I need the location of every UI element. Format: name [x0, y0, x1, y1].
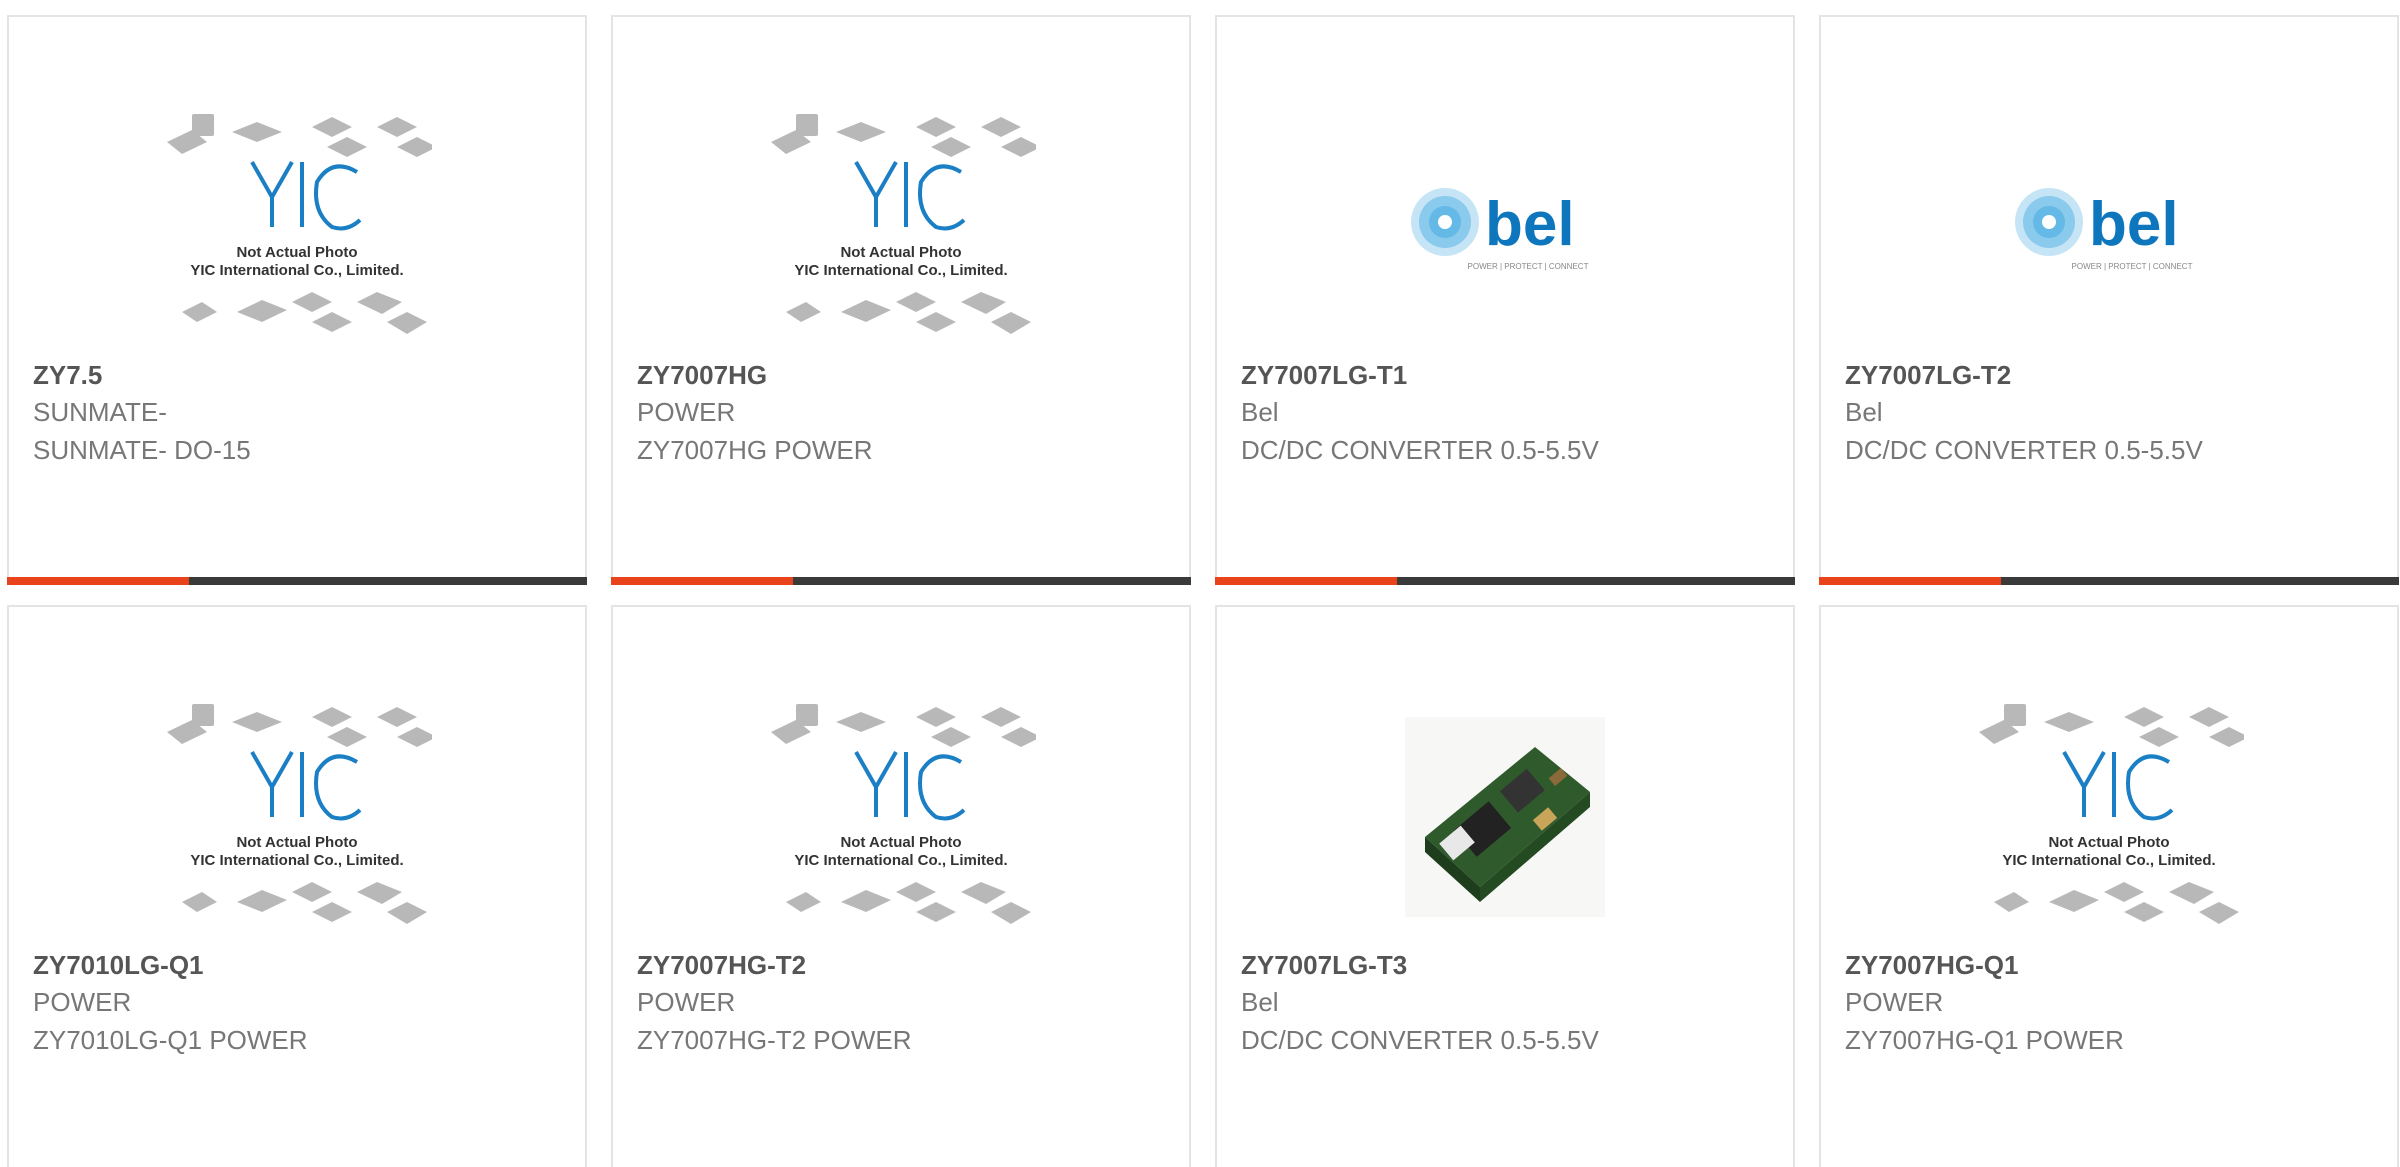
product-description: SUNMATE- DO-15	[33, 435, 251, 465]
product-card[interactable]: ZY7007LG-T3 Bel DC/DC CONVERTER 0.5-5.5V	[1215, 605, 1795, 1167]
yic-placeholder-image: Not Actual Photo YIC International Co., …	[771, 704, 1036, 924]
placeholder-text-2: YIC International Co., Limited.	[794, 852, 1007, 869]
product-manufacturer: POWER	[1845, 987, 1944, 1017]
bel-logo-text: bel	[1485, 190, 1575, 259]
product-card[interactable]: Not Actual Photo YIC International Co., …	[1819, 605, 2399, 1167]
product-part-number[interactable]: ZY7007LG-T1	[1241, 360, 1407, 391]
card-accent-bar	[7, 577, 587, 585]
product-image[interactable]: Not Actual Photo YIC International Co., …	[9, 87, 585, 367]
product-image[interactable]: Not Actual Photo YIC International Co., …	[1821, 677, 2397, 957]
product-image[interactable]: bel POWER | PROTECT | CONNECT	[1217, 87, 1793, 367]
product-manufacturer: Bel	[1241, 987, 1279, 1017]
product-image[interactable]	[1217, 677, 1793, 957]
product-part-number[interactable]: ZY7007LG-T2	[1845, 360, 2011, 391]
placeholder-text-1: Not Actual Photo	[840, 834, 961, 851]
product-manufacturer: POWER	[637, 987, 736, 1017]
bel-logo-tagline: POWER | PROTECT | CONNECT	[1468, 262, 1589, 271]
product-card[interactable]: Not Actual Photo YIC International Co., …	[611, 605, 1191, 1167]
dc-dc-module-photo	[1405, 717, 1605, 917]
yic-placeholder-image: Not Actual Photo YIC International Co., …	[167, 114, 432, 334]
placeholder-text-2: YIC International Co., Limited.	[190, 852, 403, 869]
yic-placeholder-image: Not Actual Photo YIC International Co., …	[771, 114, 1036, 334]
product-card[interactable]: Not Actual Photo YIC International Co., …	[611, 15, 1191, 585]
product-description: DC/DC CONVERTER 0.5-5.5V	[1241, 435, 1599, 465]
product-part-number[interactable]: ZY7010LG-Q1	[33, 950, 204, 981]
product-card[interactable]: Not Actual Photo YIC International Co., …	[7, 15, 587, 585]
product-image[interactable]: Not Actual Photo YIC International Co., …	[613, 677, 1189, 957]
placeholder-text-2: YIC International Co., Limited.	[794, 262, 1007, 279]
product-manufacturer: SUNMATE-	[33, 397, 167, 427]
bel-logo-text: bel	[2089, 190, 2179, 259]
product-description: ZY7007HG POWER	[637, 435, 873, 465]
product-part-number[interactable]: ZY7007HG-T2	[637, 950, 806, 981]
bel-logo-image: bel POWER | PROTECT | CONNECT	[2015, 188, 2193, 271]
product-part-number[interactable]: ZY7007HG	[637, 360, 767, 391]
placeholder-text-1: Not Actual Photo	[236, 244, 357, 261]
yic-placeholder-image: Not Actual Photo YIC International Co., …	[1979, 704, 2244, 924]
product-image[interactable]: Not Actual Photo YIC International Co., …	[613, 87, 1189, 367]
product-description: ZY7007HG-T2 POWER	[637, 1025, 912, 1055]
product-description: ZY7007HG-Q1 POWER	[1845, 1025, 2124, 1055]
bel-logo-image: bel POWER | PROTECT | CONNECT	[1411, 188, 1589, 271]
card-accent-bar	[1819, 577, 2399, 585]
product-description: DC/DC CONVERTER 0.5-5.5V	[1845, 435, 2203, 465]
product-part-number[interactable]: ZY7007HG-Q1	[1845, 950, 2018, 981]
product-manufacturer: POWER	[33, 987, 132, 1017]
card-accent-bar	[1215, 577, 1795, 585]
placeholder-text-1: Not Actual Photo	[236, 834, 357, 851]
bel-logo-tagline: POWER | PROTECT | CONNECT	[2072, 262, 2193, 271]
product-part-number[interactable]: ZY7007LG-T3	[1241, 950, 1407, 981]
placeholder-text-1: Not Actual Photo	[840, 244, 961, 261]
product-part-number[interactable]: ZY7.5	[33, 360, 102, 391]
product-manufacturer: Bel	[1241, 397, 1279, 427]
placeholder-text-2: YIC International Co., Limited.	[2002, 852, 2215, 869]
placeholder-text-1: Not Actual Photo	[2048, 834, 2169, 851]
product-card[interactable]: bel POWER | PROTECT | CONNECT ZY7007LG-T…	[1819, 15, 2399, 585]
product-image[interactable]: bel POWER | PROTECT | CONNECT	[1821, 87, 2397, 367]
card-accent-bar	[611, 577, 1191, 585]
product-card[interactable]: Not Actual Photo YIC International Co., …	[7, 605, 587, 1167]
product-manufacturer: Bel	[1845, 397, 1883, 427]
product-image[interactable]: Not Actual Photo YIC International Co., …	[9, 677, 585, 957]
placeholder-text-2: YIC International Co., Limited.	[190, 262, 403, 279]
product-card[interactable]: bel POWER | PROTECT | CONNECT ZY7007LG-T…	[1215, 15, 1795, 585]
product-description: DC/DC CONVERTER 0.5-5.5V	[1241, 1025, 1599, 1055]
yic-placeholder-image: Not Actual Photo YIC International Co., …	[167, 704, 432, 924]
product-description: ZY7010LG-Q1 POWER	[33, 1025, 308, 1055]
product-manufacturer: POWER	[637, 397, 736, 427]
